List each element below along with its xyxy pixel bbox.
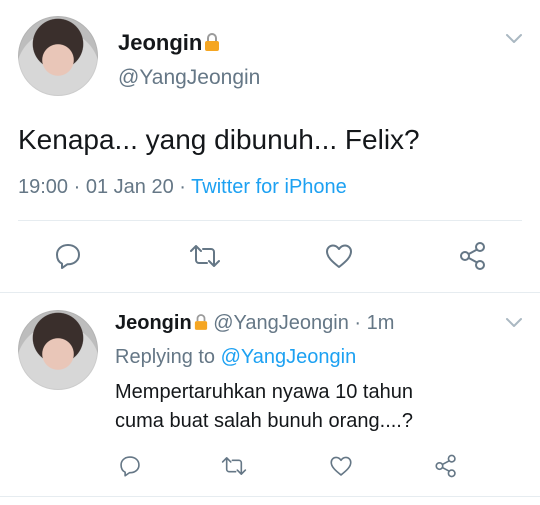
tweet-time: 19:00 xyxy=(18,176,69,198)
share-button[interactable] xyxy=(433,453,459,479)
reply-text: Mempertaruhkan nyawa 10 tahun cuma buat … xyxy=(115,378,413,436)
display-name-row: Jeongin xyxy=(118,30,220,58)
retweet-button[interactable] xyxy=(188,240,222,272)
reply-icon xyxy=(120,456,140,477)
reply-text-line: cuma buat salah bunuh orang....? xyxy=(115,410,413,432)
avatar[interactable] xyxy=(18,310,98,390)
lock-icon xyxy=(204,32,220,58)
chevron-down-icon xyxy=(506,34,522,43)
display-name[interactable]: Jeongin xyxy=(115,312,192,334)
meta-separator: · xyxy=(73,176,81,198)
divider xyxy=(18,220,522,221)
reply-age: 1m xyxy=(366,312,395,334)
like-button[interactable] xyxy=(328,453,354,479)
reply-header: Jeongin @YangJeongin · 1m xyxy=(115,312,394,337)
replying-to-link[interactable]: @YangJeongin xyxy=(221,346,357,368)
reply-text-line: Mempertaruhkan nyawa 10 tahun xyxy=(115,381,413,403)
meta-separator: · xyxy=(354,312,362,334)
more-options-button[interactable] xyxy=(504,30,524,46)
more-options-button[interactable] xyxy=(504,314,524,330)
lock-icon xyxy=(194,313,208,337)
like-icon xyxy=(330,456,352,476)
tweet-date: 01 Jan 20 xyxy=(85,176,174,198)
retweet-icon xyxy=(221,457,247,475)
like-button[interactable] xyxy=(323,240,355,272)
retweet-button[interactable] xyxy=(220,453,248,479)
like-icon xyxy=(326,244,352,268)
share-icon xyxy=(460,242,485,270)
meta-separator: · xyxy=(179,176,186,198)
reply-button[interactable] xyxy=(52,240,84,272)
reply-icon xyxy=(56,244,80,269)
handle[interactable]: @YangJeongin xyxy=(118,66,260,90)
replying-to-line: Replying to @YangJeongin xyxy=(115,346,356,369)
share-icon xyxy=(435,454,456,478)
reply-button[interactable] xyxy=(117,453,143,479)
share-button[interactable] xyxy=(457,240,489,272)
replying-to-label: Replying to xyxy=(115,346,216,368)
retweet-icon xyxy=(190,245,220,267)
divider xyxy=(0,292,540,293)
handle[interactable]: @YangJeongin xyxy=(213,312,349,334)
divider xyxy=(0,496,540,497)
avatar[interactable] xyxy=(18,16,98,96)
tweet-text: Kenapa... yang dibunuh... Felix? xyxy=(18,124,420,155)
chevron-down-icon xyxy=(506,318,522,327)
tweet-meta: 19:00 · 01 Jan 20 · Twitter for iPhone xyxy=(18,176,347,199)
display-name[interactable]: Jeongin xyxy=(118,30,202,55)
tweet-source[interactable]: Twitter for iPhone xyxy=(191,176,347,198)
